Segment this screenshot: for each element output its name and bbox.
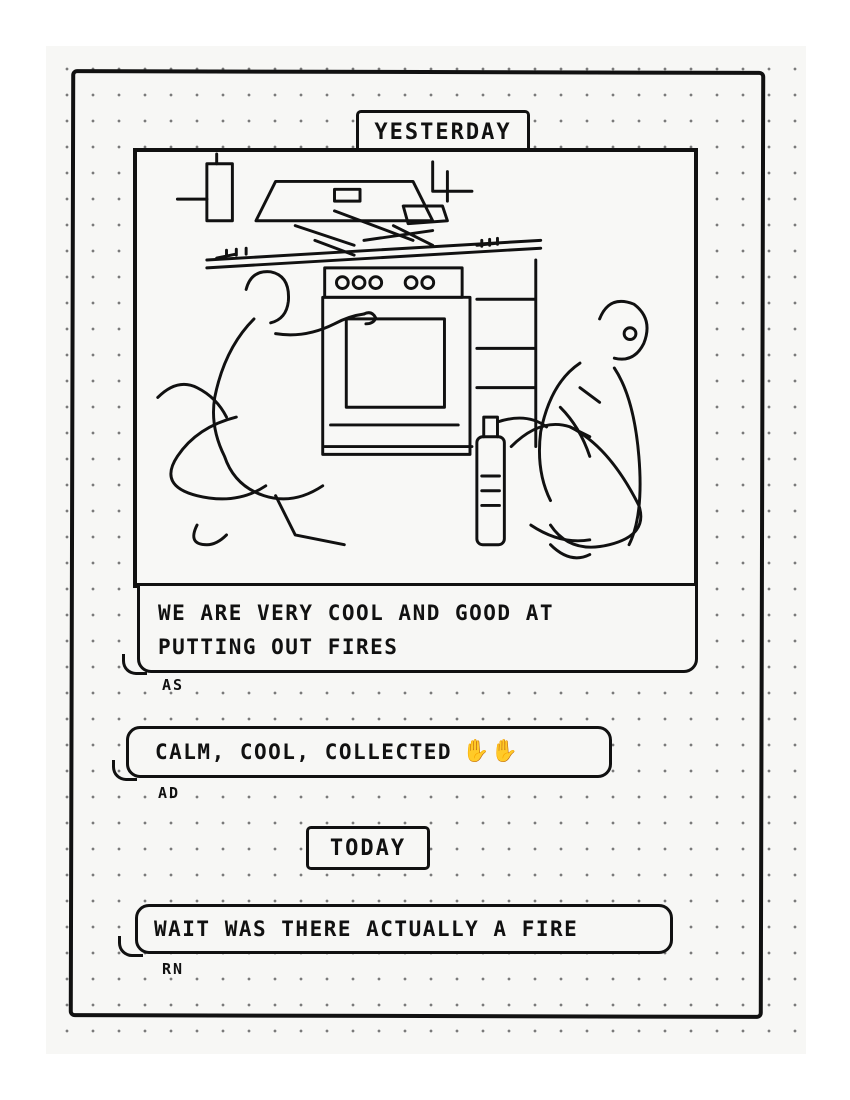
message-bubble-ad[interactable]: CALM, COOL, COLLECTED ✋✋	[126, 726, 612, 778]
message-bubble-as[interactable]: WE ARE VERY COOL AND GOOD AT PUTTING OUT…	[137, 583, 698, 673]
waving-hand-icon: ✋✋	[462, 739, 520, 764]
message-text: WAIT WAS THERE ACTUALLY A FIRE	[154, 917, 579, 941]
sender-label-ad: AD	[158, 784, 181, 802]
kitchen-fire-sketch	[156, 152, 649, 560]
message-text-line-2: PUTTING OUT FIRES	[158, 635, 399, 659]
sender-label-as: AS	[162, 676, 185, 694]
message-bubble-rn[interactable]: WAIT WAS THERE ACTUALLY A FIRE	[135, 904, 673, 954]
sender-label-rn: RN	[162, 960, 185, 978]
day-divider-today: TODAY	[306, 826, 430, 870]
message-text: CALM, COOL, COLLECTED	[155, 740, 453, 764]
message-photo-attachment[interactable]	[133, 148, 698, 588]
message-text-line-1: WE ARE VERY COOL AND GOOD AT	[158, 601, 555, 625]
